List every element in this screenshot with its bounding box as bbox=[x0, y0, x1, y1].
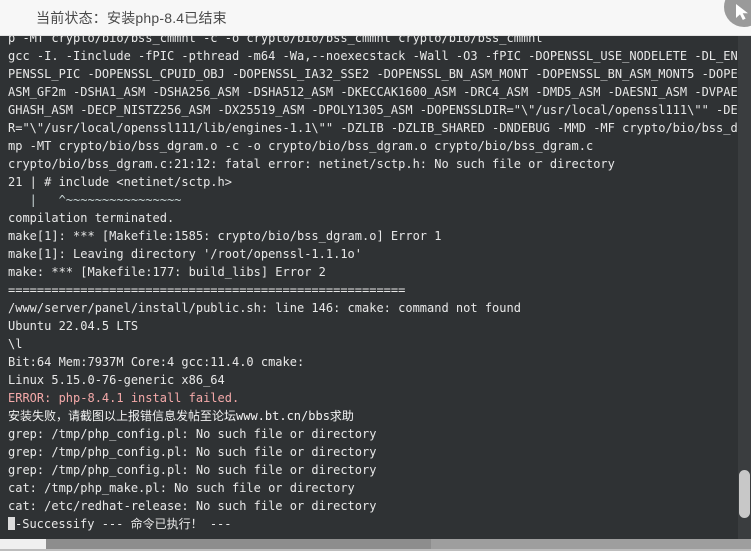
terminal-line: grep: /tmp/php_config.pl: No such file o… bbox=[8, 463, 377, 477]
terminal-line: Bit:64 Mem:7937M Core:4 gcc:11.4.0 cmake… bbox=[8, 355, 305, 369]
terminal-line: gcc -I. -Iinclude -fPIC -pthread -m64 -W… bbox=[8, 49, 751, 63]
terminal-line: ========================================… bbox=[8, 283, 406, 297]
terminal-cursor bbox=[8, 517, 15, 530]
terminal-prompt-text: -Successify --- 命令已执行！ --- bbox=[15, 517, 232, 531]
terminal-output-panel[interactable]: p -MT crypto/bio/bss_cmmnt -c -o crypto/… bbox=[0, 36, 751, 539]
terminal-line: p -MT crypto/bio/bss_cmmnt -c -o crypto/… bbox=[8, 36, 543, 45]
terminal-line: \l bbox=[8, 337, 23, 351]
terminal-line: Ubuntu 22.04.5 LTS bbox=[8, 319, 139, 333]
terminal-line: make[1]: Leaving directory '/root/openss… bbox=[8, 247, 363, 261]
terminal-line: ERROR: php-8.4.1 install failed. bbox=[8, 391, 240, 405]
vertical-scrollbar-thumb[interactable] bbox=[739, 470, 750, 518]
current-status-title: 当前状态：安装php-8.4已结束 bbox=[36, 9, 227, 26]
terminal-prompt-line: -Successify --- 命令已执行！ --- bbox=[8, 515, 751, 533]
terminal-line: cat: /tmp/php_make.pl: No such file or d… bbox=[8, 481, 355, 495]
terminal-line: mp -MT crypto/bio/bss_dgram.o -c -o cryp… bbox=[8, 139, 594, 153]
terminal-line: grep: /tmp/php_config.pl: No such file o… bbox=[8, 427, 377, 441]
terminal-line: make: *** [Makefile:177: build_libs] Err… bbox=[8, 265, 326, 279]
terminal-line: /www/server/panel/install/public.sh: lin… bbox=[8, 301, 521, 315]
status-header-bar: 当前状态：安装php-8.4已结束 bbox=[0, 0, 751, 36]
terminal-line: 安装失败，请截图以上报错信息发帖至论坛www.bt.cn/bbs求助 bbox=[8, 409, 354, 423]
terminal-line: Linux 5.15.0-76-generic x86_64 bbox=[8, 373, 225, 387]
terminal-line: crypto/bio/bss_dgram.c:21:12: fatal erro… bbox=[8, 157, 615, 171]
terminal-line: | ^~~~~~~~~~~~~~~~~ bbox=[8, 193, 182, 207]
terminal-line: compilation terminated. bbox=[8, 211, 175, 225]
terminal-line: grep: /tmp/php_config.pl: No such file o… bbox=[8, 445, 377, 459]
terminal-line: cat: /etc/redhat-release: No such file o… bbox=[8, 499, 377, 513]
terminal-line: make[1]: *** [Makefile:1585: crypto/bio/… bbox=[8, 229, 442, 243]
terminal-line: ASM_GF2m -DSHA1_ASM -DSHA256_ASM -DSHA51… bbox=[8, 85, 751, 99]
terminal-line: R="\"/usr/local/openssl111/lib/engines-1… bbox=[8, 121, 751, 135]
terminal-line: PENSSL_PIC -DOPENSSL_CPUID_OBJ -DOPENSSL… bbox=[8, 67, 751, 81]
terminal-line: 21 | # include <netinet/sctp.h> bbox=[8, 175, 232, 189]
terminal-text: p -MT crypto/bio/bss_cmmnt -c -o crypto/… bbox=[0, 36, 751, 539]
terminal-line: GHASH_ASM -DECP_NISTZ256_ASM -DX25519_AS… bbox=[8, 103, 751, 117]
vertical-scrollbar-track[interactable] bbox=[738, 36, 751, 539]
install-log-window: 当前状态：安装php-8.4已结束 p -MT crypto/bio/bss_c… bbox=[0, 0, 751, 551]
